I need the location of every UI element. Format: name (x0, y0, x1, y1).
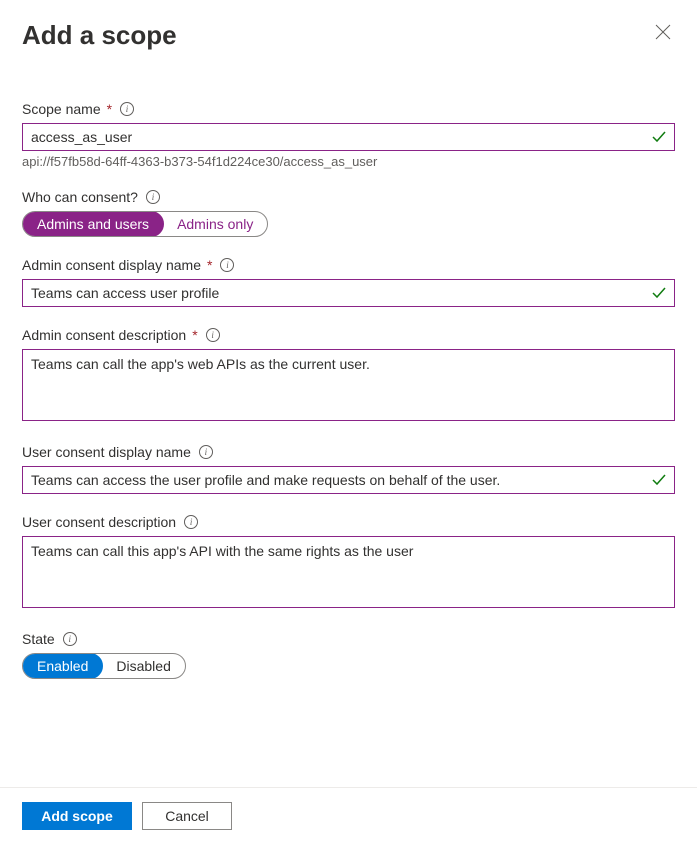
required-asterisk: * (192, 327, 197, 343)
state-toggle: Enabled Disabled (22, 653, 186, 679)
cancel-button[interactable]: Cancel (142, 802, 232, 830)
state-label: State (22, 631, 55, 647)
info-icon[interactable]: i (206, 328, 220, 342)
consent-admins-only[interactable]: Admins only (163, 212, 267, 236)
required-asterisk: * (207, 257, 212, 273)
admin-display-input[interactable] (22, 279, 675, 307)
add-scope-button[interactable]: Add scope (22, 802, 132, 830)
consent-admins-users[interactable]: Admins and users (22, 211, 164, 237)
info-icon[interactable]: i (184, 515, 198, 529)
admin-desc-textarea[interactable] (22, 349, 675, 421)
scope-name-label: Scope name (22, 101, 101, 117)
consent-toggle: Admins and users Admins only (22, 211, 268, 237)
user-display-label: User consent display name (22, 444, 191, 460)
info-icon[interactable]: i (199, 445, 213, 459)
user-desc-label: User consent description (22, 514, 176, 530)
admin-display-label: Admin consent display name (22, 257, 201, 273)
consent-label: Who can consent? (22, 189, 138, 205)
state-disabled[interactable]: Disabled (102, 654, 184, 678)
close-button[interactable] (651, 20, 675, 47)
info-icon[interactable]: i (146, 190, 160, 204)
scope-uri-helper: api://f57fb58d-64ff-4363-b373-54f1d224ce… (22, 154, 675, 169)
info-icon[interactable]: i (120, 102, 134, 116)
user-desc-textarea[interactable] (22, 536, 675, 608)
scope-name-input[interactable] (22, 123, 675, 151)
admin-desc-label: Admin consent description (22, 327, 186, 343)
info-icon[interactable]: i (220, 258, 234, 272)
info-icon[interactable]: i (63, 632, 77, 646)
page-title: Add a scope (22, 20, 177, 51)
user-display-input[interactable] (22, 466, 675, 494)
close-icon (655, 28, 671, 43)
required-asterisk: * (107, 101, 112, 117)
state-enabled[interactable]: Enabled (22, 653, 103, 679)
